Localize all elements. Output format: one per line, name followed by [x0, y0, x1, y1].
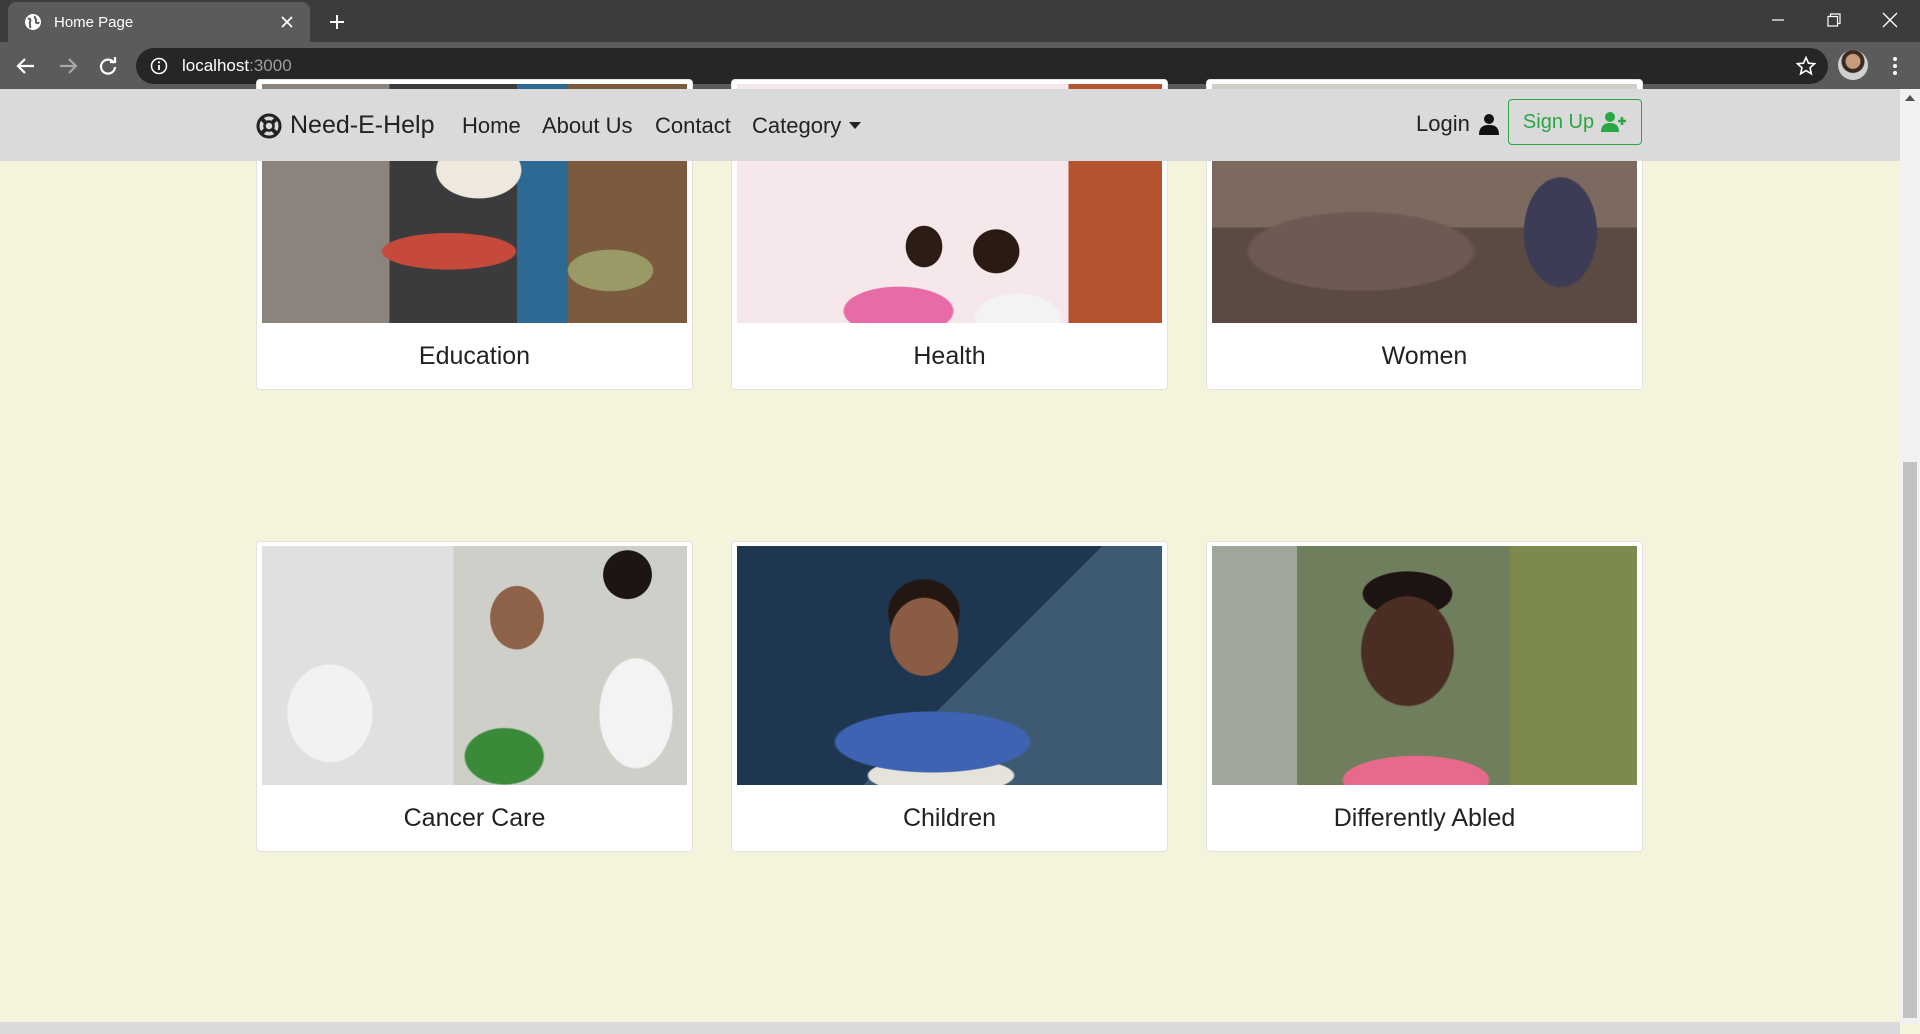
- life-ring-icon: [256, 113, 282, 139]
- category-card-cancer-care[interactable]: Cancer Care: [256, 541, 693, 852]
- nav-contact[interactable]: Contact: [655, 113, 731, 139]
- reload-icon[interactable]: [90, 48, 126, 84]
- browser-tab-bar: Home Page: [0, 0, 1920, 42]
- signup-label: Sign Up: [1522, 110, 1595, 133]
- browser-tab[interactable]: Home Page: [8, 2, 310, 42]
- card-title: Education: [418, 341, 531, 370]
- card-title: Cancer Care: [403, 803, 546, 832]
- card-title: Differently Abled: [1333, 803, 1516, 832]
- profile-avatar[interactable]: [1838, 50, 1868, 80]
- star-icon[interactable]: [1794, 54, 1818, 78]
- minimize-icon[interactable]: [1750, 0, 1806, 40]
- nav-category-label: Category: [752, 113, 842, 138]
- signup-button[interactable]: Sign Up: [1508, 99, 1642, 145]
- site-navbar: Need-E-Help Home About Us Contact Catego…: [0, 89, 1900, 161]
- arrow-left-icon[interactable]: [8, 48, 44, 84]
- card-title: Children: [902, 803, 997, 832]
- url-port: :3000: [249, 56, 292, 75]
- user-icon: [1478, 113, 1500, 135]
- brand-name: Need-E-Help: [290, 111, 435, 139]
- plus-icon[interactable]: [322, 8, 352, 36]
- card-image: [262, 546, 687, 785]
- card-image: [1212, 546, 1637, 785]
- nav-category-dropdown[interactable]: Category: [752, 113, 862, 139]
- nav-home[interactable]: Home: [462, 113, 521, 139]
- nav-about-us[interactable]: About Us: [542, 113, 633, 139]
- user-plus-icon: [1601, 111, 1627, 133]
- restore-icon[interactable]: [1806, 0, 1862, 40]
- close-window-icon[interactable]: [1862, 0, 1918, 40]
- brand-link[interactable]: Need-E-Help: [256, 111, 435, 140]
- horizontal-scrollbar[interactable]: [0, 1022, 1900, 1034]
- login-link[interactable]: Login: [1416, 111, 1500, 137]
- arrow-right-icon[interactable]: [50, 48, 86, 84]
- caret-down-icon: [849, 121, 862, 129]
- card-title: Health: [913, 341, 986, 370]
- globe-icon: [24, 13, 42, 31]
- card-title: Women: [1381, 341, 1468, 370]
- close-icon[interactable]: [276, 11, 298, 33]
- scroll-up-arrow-icon[interactable]: [1900, 89, 1920, 107]
- more-vertical-icon[interactable]: [1880, 48, 1910, 84]
- info-icon[interactable]: [150, 57, 168, 75]
- tab-title: Home Page: [54, 13, 134, 31]
- scrollbar-thumb[interactable]: [1903, 462, 1917, 1018]
- card-image: [737, 546, 1162, 785]
- category-card-children[interactable]: Children: [731, 541, 1168, 852]
- page-viewport: Need-E-Help Home About Us Contact Catego…: [0, 79, 1900, 1024]
- login-label: Login: [1416, 111, 1470, 136]
- url-host: localhost: [182, 56, 250, 75]
- category-card-differently-abled[interactable]: Differently Abled: [1206, 541, 1643, 852]
